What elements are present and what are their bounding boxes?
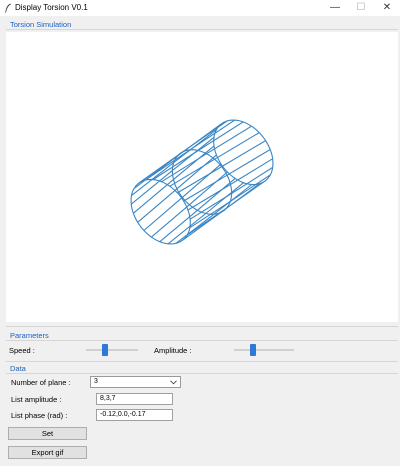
amplitude-label: Amplitude : [154,346,192,355]
wireframe-line [182,183,260,241]
wireframe-line [183,149,271,202]
wireframe-line [131,129,217,197]
amplitude-slider[interactable] [234,343,294,357]
simulation-canvas[interactable] [6,32,398,322]
num-plane-value: 3 [94,378,98,385]
simulation-section-label: Torsion Simulation [10,20,72,29]
title-bar: Display Torsion V0.1 — ☐ ✕ [0,0,400,16]
num-plane-combobox[interactable]: 3 [90,376,181,388]
wireframe-line [138,120,228,184]
data-top-separator [6,361,398,362]
torsion-wireframe [130,119,274,245]
wireframe-ring [171,149,233,215]
maximize-button[interactable]: ☐ [348,0,374,16]
speed-slider-thumb[interactable] [102,344,109,356]
list-amplitude-input[interactable]: 8,3,7 [96,393,173,405]
parameters-separator [6,340,398,341]
speed-label: Speed : [9,346,35,355]
num-plane-label: Number of plane : [11,378,71,387]
speed-slider[interactable] [86,343,138,357]
chevron-down-icon[interactable] [170,380,177,385]
set-button[interactable]: Set [8,427,87,440]
close-button[interactable]: ✕ [374,0,400,16]
parameters-top-separator [6,326,398,327]
minimize-button[interactable]: — [322,0,348,16]
data-section-label: Data [10,364,26,373]
list-amplitude-label: List amplitude : [11,395,62,404]
list-phase-input[interactable]: -0.12,0.0,-0.17 [96,409,173,421]
wireframe-ring [213,119,274,186]
export-gif-button[interactable]: Export gif [8,446,87,459]
list-phase-label: List phase (rad) : [11,411,68,420]
window-title: Display Torsion V0.1 [15,3,88,12]
data-separator [6,373,398,374]
parameters-section-label: Parameters [10,331,49,340]
wireframe-line [145,119,236,181]
amplitude-slider-thumb[interactable] [250,344,257,356]
speed-slider-track [86,349,138,351]
amplitude-slider-track [234,349,294,351]
simulation-separator [6,29,398,30]
feather-icon [4,3,11,13]
